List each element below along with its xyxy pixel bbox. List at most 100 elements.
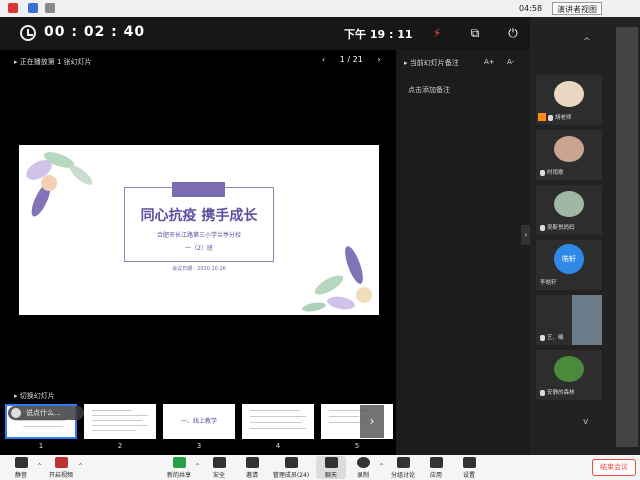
start-video-button[interactable]: 开启视频 <box>46 456 76 479</box>
chat-icon <box>324 457 338 468</box>
timer-icon <box>20 25 36 41</box>
thumb-line <box>23 426 63 427</box>
laser-pointer-icon[interactable]: ⚡ <box>430 26 444 40</box>
switch-slides-label: ▸ 切换幻灯片 <box>14 392 55 400</box>
page-indicator: 1 / 21 <box>339 55 363 64</box>
thumb-line <box>250 422 302 423</box>
video-off-icon <box>54 457 68 468</box>
record-options-caret[interactable]: ^ <box>379 463 384 470</box>
add-note-field[interactable]: 点击添加备注 <box>408 85 450 95</box>
members-label: 管理成员(24) <box>272 472 310 479</box>
manage-members-button[interactable]: 管理成员(24) <box>270 456 312 479</box>
participant-tile[interactable]: 安静的森林 <box>536 350 602 400</box>
settings-button[interactable]: 设置 <box>454 456 484 479</box>
members-icon <box>284 457 298 468</box>
breakout-label: 分组讨论 <box>390 472 415 479</box>
share-label: 新的共享 <box>166 472 191 479</box>
thumb-line <box>250 410 300 411</box>
apps-button[interactable]: 应用 <box>421 456 451 479</box>
participant-gallery: ^ 胡老师 时雨歌 吴靳悦妈妈 皓轩 李皓轩 艺、曦 安静的森林 v <box>530 17 640 455</box>
record-icon <box>356 457 370 468</box>
mic-muted-icon <box>540 334 545 341</box>
current-slide[interactable]: 同心抗疫 携手成长 合肥市长江路第三小学兰亭分校 一（2）班 会议日期：2020… <box>19 145 379 315</box>
participant-tile[interactable]: 艺、曦 <box>536 295 602 345</box>
record-button[interactable]: 录制 <box>348 456 378 479</box>
chat-input-chip[interactable]: 说点什么... <box>8 406 84 420</box>
thumbnail-slide-4[interactable] <box>242 404 314 439</box>
participant-tile[interactable]: 吴靳悦妈妈 <box>536 185 602 235</box>
thumb-line <box>92 410 132 411</box>
participant-tile[interactable]: 时雨歌 <box>536 130 602 180</box>
thumbnail-slide-2[interactable] <box>84 404 156 439</box>
participant-tile[interactable]: 胡老师 <box>536 75 602 125</box>
thumb-line <box>92 420 142 421</box>
security-button[interactable]: 安全 <box>204 456 234 479</box>
slide-date: 会议日期：2020.10.26 <box>172 266 226 272</box>
participant-name: 安静的森林 <box>540 388 575 396</box>
tray-icon[interactable] <box>45 3 55 13</box>
mute-button[interactable]: 静音 <box>6 456 36 479</box>
bottom-toolbar: 静音 ^ 开启视频 ^ 新的共享 ^ 安全 邀请 管理成员(24) 聊天 录制 … <box>0 455 640 480</box>
font-increase-button[interactable]: A+ <box>484 58 495 66</box>
top-toolbar: 00 : 02 : 40 下午 19 : 11 ⚡ ⧉ ⏻ <box>0 17 530 50</box>
thumbnail-number: 3 <box>196 442 202 450</box>
participant-name: 胡老师 <box>548 113 572 121</box>
thumbnail-slide-3[interactable]: 一、线上教学 <box>163 404 235 439</box>
chat-bubble-icon <box>11 408 21 418</box>
audio-options-caret[interactable]: ^ <box>37 463 42 470</box>
thumbnail-text: 一、线上教学 <box>180 418 217 425</box>
shield-icon <box>212 457 226 468</box>
chat-input-placeholder: 说点什么... <box>26 409 61 417</box>
apps-label: 应用 <box>429 472 442 479</box>
avatar <box>554 136 584 162</box>
gallery-down-icon[interactable]: v <box>583 417 588 427</box>
window-switch-icon[interactable]: ⧉ <box>468 26 482 40</box>
thumb-line <box>250 416 306 417</box>
share-button[interactable]: 新的共享 <box>164 456 194 479</box>
current-time: 下午 19 : 11 <box>344 28 413 41</box>
video-label: 开启视频 <box>48 472 73 479</box>
record-label: 录制 <box>356 472 369 479</box>
avatar: 皓轩 <box>554 244 584 274</box>
shield-icon[interactable] <box>28 3 38 13</box>
notes-title: ▸ 当前幻灯片备注 <box>404 59 459 67</box>
next-slide-icon[interactable]: › <box>377 55 380 64</box>
participant-name: 时雨歌 <box>540 168 564 176</box>
video-options-caret[interactable]: ^ <box>78 463 83 470</box>
security-label: 安全 <box>212 472 225 479</box>
end-meeting-button[interactable]: 结束会议 <box>592 459 636 476</box>
chat-label: 聊天 <box>324 472 337 479</box>
power-icon[interactable]: ⏻ <box>506 26 520 40</box>
elapsed-time: 00 : 02 : 40 <box>44 24 146 40</box>
thumb-line <box>92 430 136 431</box>
breakout-button[interactable]: 分组讨论 <box>388 456 418 479</box>
thumbnail-next-icon[interactable]: › <box>360 405 384 438</box>
blurred-region <box>616 27 638 447</box>
participant-video <box>572 295 602 345</box>
app-icon[interactable] <box>8 3 18 13</box>
avatar <box>554 81 584 107</box>
font-decrease-button[interactable]: A- <box>507 58 514 66</box>
mute-label: 静音 <box>14 472 27 479</box>
slide-school: 合肥市长江路第三小学兰亭分校 <box>156 232 241 239</box>
thumbnail-number: 1 <box>38 442 44 450</box>
thumb-line <box>15 420 65 421</box>
prev-slide-icon[interactable]: ‹ <box>322 55 325 64</box>
thumb-line <box>250 428 306 429</box>
gallery-up-icon[interactable]: ^ <box>583 37 591 47</box>
slide-title-bar <box>172 182 225 197</box>
host-badge-icon <box>538 113 546 121</box>
system-clock: 04:58 <box>519 4 543 13</box>
share-options-caret[interactable]: ^ <box>195 463 200 470</box>
chat-button[interactable]: 聊天 <box>316 456 346 479</box>
thumb-line <box>92 425 148 426</box>
thumbnail-number: 2 <box>117 442 123 450</box>
notes-panel: ▸ 当前幻灯片备注 A+ A- 点击添加备注 <box>396 50 530 455</box>
invite-button[interactable]: 邀请 <box>237 456 267 479</box>
presenter-view-button[interactable]: 演讲者视图 <box>552 2 602 15</box>
thumb-line <box>329 416 359 417</box>
participant-name: 李皓轩 <box>540 280 557 286</box>
participant-tile[interactable]: 皓轩 李皓轩 <box>536 240 602 290</box>
thumbnail-number: 5 <box>354 442 360 450</box>
mic-muted-icon <box>540 169 545 176</box>
